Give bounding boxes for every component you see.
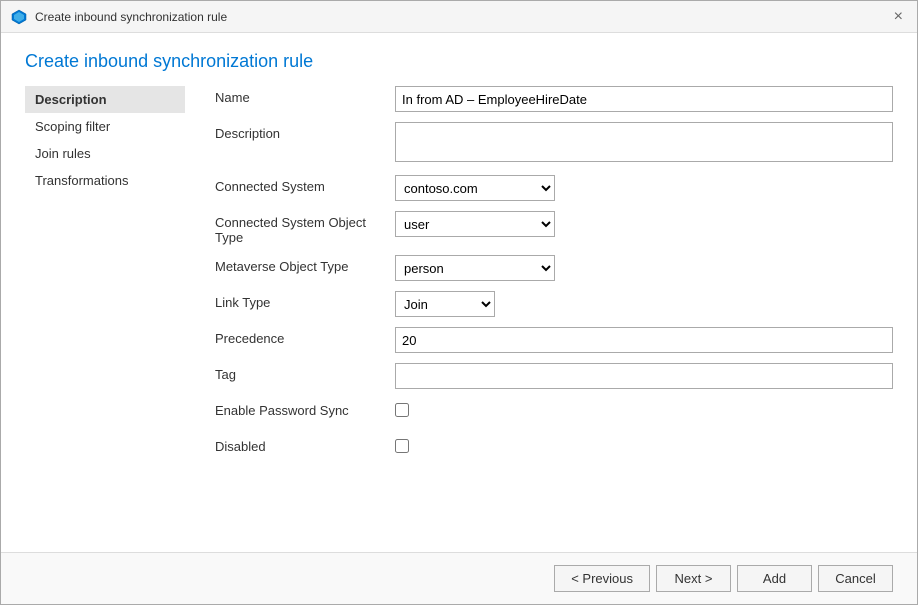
- cs-object-type-label: Connected System Object Type: [215, 211, 395, 245]
- mv-object-type-control: person: [395, 255, 893, 281]
- link-type-control: Join: [395, 291, 893, 317]
- sidebar-item-join-rules[interactable]: Join rules: [25, 140, 185, 167]
- next-button[interactable]: Next >: [656, 565, 731, 592]
- mv-object-type-select[interactable]: person: [395, 255, 555, 281]
- close-button[interactable]: ×: [890, 9, 907, 25]
- sidebar: Description Scoping filter Join rules Tr…: [25, 82, 185, 552]
- disabled-control: [395, 435, 893, 456]
- mv-object-type-label: Metaverse Object Type: [215, 255, 395, 274]
- tag-label: Tag: [215, 363, 395, 382]
- window-title: Create inbound synchronization rule: [35, 10, 890, 24]
- app-icon: [11, 9, 27, 25]
- connected-system-select[interactable]: contoso.com: [395, 175, 555, 201]
- description-textarea[interactable]: [395, 122, 893, 162]
- enable-password-sync-control: [395, 399, 893, 420]
- sidebar-item-transformations[interactable]: Transformations: [25, 167, 185, 194]
- page-title: Create inbound synchronization rule: [1, 33, 917, 82]
- cs-object-type-select[interactable]: user: [395, 211, 555, 237]
- description-label: Description: [215, 122, 395, 141]
- link-type-select[interactable]: Join: [395, 291, 495, 317]
- main-window: Create inbound synchronization rule × Cr…: [0, 0, 918, 605]
- connected-system-label: Connected System: [215, 175, 395, 194]
- connected-system-control: contoso.com: [395, 175, 893, 201]
- main-body: Description Scoping filter Join rules Tr…: [1, 82, 917, 552]
- link-type-row: Link Type Join: [215, 291, 893, 317]
- add-button[interactable]: Add: [737, 565, 812, 592]
- connected-system-row: Connected System contoso.com: [215, 175, 893, 201]
- description-row: Description: [215, 122, 893, 165]
- name-control: [395, 86, 893, 112]
- enable-password-sync-row: Enable Password Sync: [215, 399, 893, 425]
- form-area: Name Description Connected System: [185, 82, 893, 552]
- description-control: [395, 122, 893, 165]
- mv-object-type-row: Metaverse Object Type person: [215, 255, 893, 281]
- link-type-label: Link Type: [215, 291, 395, 310]
- name-input[interactable]: [395, 86, 893, 112]
- disabled-label: Disabled: [215, 435, 395, 454]
- enable-password-sync-checkbox[interactable]: [395, 403, 409, 417]
- tag-input[interactable]: [395, 363, 893, 389]
- title-bar: Create inbound synchronization rule ×: [1, 1, 917, 33]
- enable-password-sync-label: Enable Password Sync: [215, 399, 395, 418]
- sidebar-item-description[interactable]: Description: [25, 86, 185, 113]
- cancel-button[interactable]: Cancel: [818, 565, 893, 592]
- disabled-checkbox[interactable]: [395, 439, 409, 453]
- footer: < Previous Next > Add Cancel: [1, 552, 917, 604]
- sidebar-item-scoping-filter[interactable]: Scoping filter: [25, 113, 185, 140]
- name-row: Name: [215, 86, 893, 112]
- cs-object-type-control: user: [395, 211, 893, 237]
- precedence-label: Precedence: [215, 327, 395, 346]
- precedence-row: Precedence: [215, 327, 893, 353]
- name-label: Name: [215, 86, 395, 105]
- tag-control: [395, 363, 893, 389]
- tag-row: Tag: [215, 363, 893, 389]
- precedence-control: [395, 327, 893, 353]
- precedence-input[interactable]: [395, 327, 893, 353]
- previous-button[interactable]: < Previous: [554, 565, 650, 592]
- window-content: Create inbound synchronization rule Desc…: [1, 33, 917, 604]
- cs-object-type-row: Connected System Object Type user: [215, 211, 893, 245]
- disabled-row: Disabled: [215, 435, 893, 461]
